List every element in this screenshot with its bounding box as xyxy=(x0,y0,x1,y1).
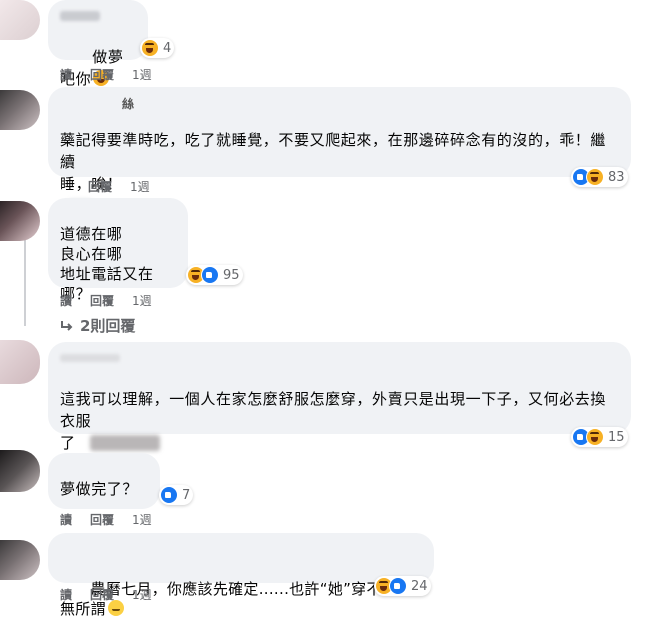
thread-line xyxy=(24,230,26,326)
reaction-count: 15 xyxy=(608,429,625,445)
commenter-name[interactable] xyxy=(60,8,136,24)
redacted-image xyxy=(90,435,160,451)
comment-bubble: 道德在哪 良心在哪 地址電話又在哪？ xyxy=(48,198,188,303)
comment-bubble: 夢做完了？ xyxy=(48,453,160,509)
haha-icon xyxy=(141,39,159,57)
timestamp[interactable]: 1週 xyxy=(132,586,152,603)
name-redacted xyxy=(60,11,100,21)
avatar[interactable] xyxy=(0,90,40,130)
commenter-name[interactable] xyxy=(60,350,619,366)
reply-arrow-icon xyxy=(61,320,73,331)
like-icon xyxy=(389,577,407,595)
name-redacted xyxy=(60,354,120,362)
reaction-summary[interactable]: 7 xyxy=(159,485,194,505)
avatar[interactable] xyxy=(0,201,40,241)
reaction-summary[interactable]: 83 xyxy=(571,167,628,187)
reaction-count: 83 xyxy=(608,169,625,185)
reaction-count: 7 xyxy=(182,487,191,503)
comment-actions: 讀 回覆 1週 xyxy=(60,586,152,603)
reply-button[interactable]: 回覆 xyxy=(90,586,114,603)
avatar[interactable] xyxy=(0,340,40,384)
like-icon xyxy=(201,266,219,284)
reply-button[interactable]: 回覆 xyxy=(90,66,114,83)
timestamp[interactable]: 1週 xyxy=(132,292,152,309)
like-button[interactable]: 讀 xyxy=(60,292,72,309)
view-replies-button[interactable]: 2則回覆 xyxy=(60,315,135,336)
comment-bubble: 絲 藥記得要準時吃，吃了就睡覺，不要又爬起來，在那邊碎碎念有的沒的，乖！繼續 睡… xyxy=(48,87,631,193)
avatar[interactable] xyxy=(0,450,40,492)
reaction-summary[interactable]: 24 xyxy=(374,576,431,596)
reaction-count: 4 xyxy=(163,40,172,56)
reaction-count: 24 xyxy=(411,578,428,594)
reply-button[interactable]: 回覆 xyxy=(88,178,112,195)
haha-icon xyxy=(586,168,604,186)
comment-bubble: 這我可以理解，一個人在家怎麼舒服怎麼穿，外賣只是出現一下子，又何必去換衣服 了 xyxy=(48,342,631,452)
like-button[interactable]: 讀 xyxy=(60,586,72,603)
reaction-count: 95 xyxy=(223,267,240,283)
like-icon xyxy=(160,486,178,504)
comment-bubble: 農曆七月，你應該先確定......也許“她”穿不穿都無所謂 xyxy=(48,533,434,618)
comment-actions: 讀 回覆 1週 xyxy=(60,292,152,309)
reaction-summary[interactable]: 15 xyxy=(571,427,628,447)
reply-button[interactable]: 回覆 xyxy=(90,292,114,309)
timestamp[interactable]: 1週 xyxy=(132,511,152,528)
commenter-name[interactable]: 絲 xyxy=(60,95,619,111)
comment-text: 夢做完了？ xyxy=(60,480,139,498)
comment-actions: 讀 回覆 1週 xyxy=(60,66,152,83)
reply-button[interactable]: 回覆 xyxy=(90,511,114,528)
avatar[interactable] xyxy=(0,540,40,580)
comment-actions: 讀 回覆 1週 xyxy=(60,511,152,528)
haha-icon xyxy=(586,428,604,446)
timestamp[interactable]: 1週 xyxy=(130,178,150,195)
like-button[interactable]: 讀 xyxy=(60,66,72,83)
reaction-summary[interactable]: 4 xyxy=(140,38,175,58)
timestamp[interactable]: 1週 xyxy=(132,66,152,83)
like-button[interactable]: 讀 xyxy=(60,511,72,528)
avatar[interactable] xyxy=(0,0,40,40)
comment-actions: 回覆 1週 xyxy=(88,178,150,195)
reaction-summary[interactable]: 95 xyxy=(186,265,243,285)
view-replies-label: 2則回覆 xyxy=(80,317,136,335)
comment-bubble: 做夢吧你 xyxy=(48,0,148,88)
